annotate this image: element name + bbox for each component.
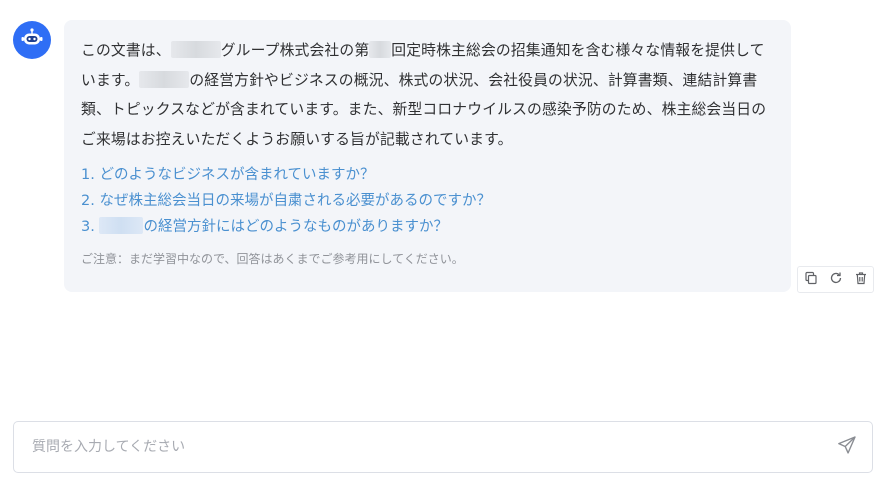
robot-icon [20,26,44,54]
regenerate-button[interactable] [823,267,848,292]
message-actions [797,266,874,293]
delete-button[interactable] [848,267,873,292]
trash-icon [854,270,868,289]
send-button[interactable] [835,435,859,459]
disclaimer-notice: ご注意：まだ学習中なので、回答はあくまでご参考用にしてください。 [81,252,464,266]
redacted-company-name [99,217,144,234]
redacted-company-name [170,41,221,58]
assistant-message: この文書は、 グループ株式会社の第 回定時株主総会の招集通知を含む様々な情報を提供し… [64,20,791,292]
suggested-questions: 1. どのようなビジネスが含まれていますか？ 2. なぜ株主総会当日の来場が自粛… [81,162,775,240]
summary-text-2: グループ株式会社の第 [220,42,370,59]
question-3-number: 3. [81,219,95,235]
chat-area: この文書は、 グループ株式会社の第 回定時株主総会の招集通知を含む様々な情報を提供し… [0,0,895,410]
redacted-company-name [139,70,190,88]
summary-text-1: この文書は、 [81,42,171,59]
assistant-avatar [13,21,51,59]
refresh-icon [829,270,843,289]
suggested-question-2[interactable]: 2. なぜ株主総会当日の来場が自粛される必要があるのですか？ [81,188,775,214]
question-input[interactable] [30,422,820,472]
question-3-text: の経営方針にはどのようなものがありますか？ [143,219,448,235]
suggested-question-3[interactable]: 3. の経営方針にはどのようなものがありますか？ [81,214,775,240]
redacted-meeting-number [369,41,392,58]
send-icon [837,435,857,459]
message-summary: この文書は、 グループ株式会社の第 回定時株主総会の招集通知を含む様々な情報を提供し… [81,36,775,154]
copy-icon [804,270,818,289]
suggested-question-1[interactable]: 1. どのようなビジネスが含まれていますか？ [81,162,775,188]
question-composer [13,421,873,473]
copy-button[interactable] [798,267,823,292]
